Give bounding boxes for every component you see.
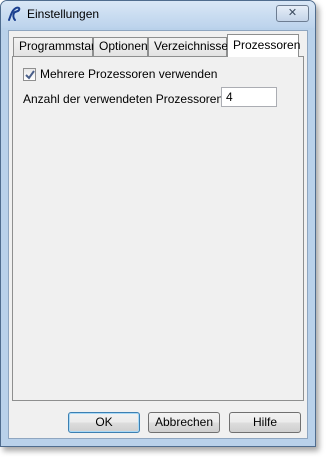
- processor-count-label: Anzahl der verwendeten Prozessoren:: [23, 92, 227, 106]
- tab-optionen[interactable]: Optionen: [93, 37, 148, 56]
- cancel-button[interactable]: Abbrechen: [148, 412, 220, 433]
- help-button-label: Hilfe: [252, 415, 277, 429]
- window-title: Einstellungen: [27, 7, 100, 21]
- title-bar[interactable]: Einstellungen ✕: [1, 1, 315, 28]
- tab-panel-prozessoren: Mehrere Prozessoren verwenden Anzahl der…: [12, 56, 304, 401]
- tab-label: Programmstart: [19, 39, 99, 53]
- ok-button-label: OK: [95, 415, 113, 429]
- tab-label: Optionen: [99, 39, 148, 53]
- ok-button[interactable]: OK: [68, 412, 140, 433]
- tab-programmstart[interactable]: Programmstart: [13, 37, 98, 56]
- tab-label: Prozessoren: [233, 38, 301, 52]
- close-button[interactable]: ✕: [276, 5, 309, 22]
- tab-verzeichnisse[interactable]: Verzeichnisse: [148, 37, 229, 56]
- multi-processor-checkbox[interactable]: [23, 67, 36, 81]
- dialog-client-area: Programmstart Optionen Verzeichnisse Pro…: [8, 30, 308, 439]
- help-button[interactable]: Hilfe: [229, 412, 301, 433]
- app-logo-icon: [6, 6, 22, 22]
- tab-label: Verzeichnisse: [154, 39, 229, 53]
- multi-processor-label: Mehrere Prozessoren verwenden: [40, 67, 218, 81]
- processor-count-input[interactable]: [221, 87, 277, 107]
- cancel-button-label: Abbrechen: [154, 415, 214, 429]
- dialog-window: Einstellungen ✕ Programmstart Optionen V…: [0, 0, 316, 447]
- checkmark-icon: [25, 69, 35, 80]
- close-icon: ✕: [287, 7, 298, 19]
- tab-prozessoren[interactable]: Prozessoren: [227, 34, 301, 57]
- multi-processor-option[interactable]: Mehrere Prozessoren verwenden: [23, 66, 217, 82]
